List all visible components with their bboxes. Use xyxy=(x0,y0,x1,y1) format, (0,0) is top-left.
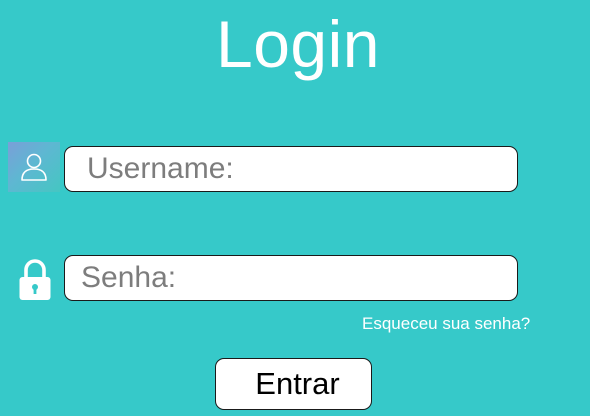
username-input[interactable] xyxy=(65,147,517,191)
page-title: Login xyxy=(216,7,380,81)
password-input[interactable] xyxy=(65,256,517,300)
password-field[interactable] xyxy=(64,255,518,301)
user-icon xyxy=(8,142,60,192)
username-field[interactable] xyxy=(64,146,518,192)
lock-icon xyxy=(19,259,51,300)
login-screen: Login Esqueceu sua senha? Entrar xyxy=(0,0,590,416)
forgot-password-link[interactable]: Esqueceu sua senha? xyxy=(362,314,530,334)
enter-button[interactable]: Entrar xyxy=(215,358,372,410)
